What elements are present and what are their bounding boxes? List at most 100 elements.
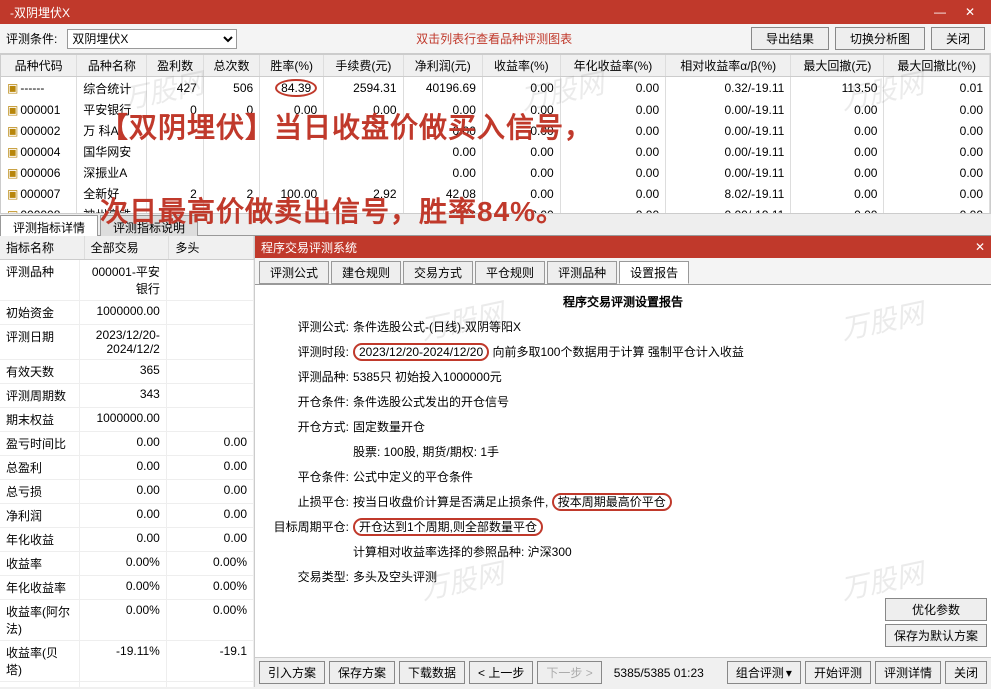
report-tab[interactable]: 评测品种 (547, 261, 617, 284)
table-row[interactable]: ▣000008神州高铁0.000.000.000.00/-19.110.000.… (1, 204, 990, 214)
code-cell: ▣000001 (1, 99, 77, 120)
table-row[interactable]: ▣000006深振业A0.000.000.000.00/-19.110.000.… (1, 162, 990, 183)
table-row[interactable]: ▣------综合统计42750684.392594.3140196.690.0… (1, 77, 990, 100)
close2-button[interactable]: 关闭 (945, 661, 987, 684)
report-tab[interactable]: 评测公式 (259, 261, 329, 284)
indicator-row: 年化收益率0.00%0.00% (0, 576, 254, 600)
report-line: 评测时段:2023/12/20-2024/12/20 向前多取100个数据用于计… (269, 343, 977, 360)
value-cell: 2.92 (324, 183, 403, 204)
col-header[interactable]: 净利润(元) (403, 55, 482, 77)
code-cell: ▣000002 (1, 120, 77, 141)
folder-icon: ▣ (7, 124, 18, 138)
col-header[interactable]: 相对收益率α/β(%) (666, 55, 791, 77)
import-button[interactable]: 引入方案 (259, 661, 325, 684)
code-cell: ▣------ (1, 77, 77, 100)
switch-chart-button[interactable]: 切换分析图 (835, 27, 925, 50)
value-cell: 0.00 (482, 183, 560, 204)
col-header[interactable]: 盈利数 (147, 55, 203, 77)
code-cell: ▣000004 (1, 141, 77, 162)
value-cell (147, 141, 203, 162)
report-title: 程序交易评测设置报告 (269, 293, 977, 310)
name-cell: 国华网安 (77, 141, 147, 162)
value-cell: 506 (203, 77, 259, 100)
side-buttons: 优化参数 保存为默认方案 (885, 598, 987, 647)
indicator-row: 评测日期2023/12/20-2024/12/2 (0, 325, 254, 360)
results-table[interactable]: 品种代码品种名称盈利数总次数胜率(%)手续费(元)净利润(元)收益率(%)年化收… (1, 55, 990, 214)
value-cell: 0.00 (560, 99, 665, 120)
close-button[interactable]: 关闭 (931, 27, 985, 50)
report-tab[interactable]: 交易方式 (403, 261, 473, 284)
value-cell: 84.39 (260, 77, 324, 100)
indicator-row: 期末权益1000000.00 (0, 408, 254, 432)
report-line: 交易类型:多头及空头评测 (269, 568, 977, 585)
value-cell: 0.00/-19.11 (666, 120, 791, 141)
condition-select[interactable]: 双阴埋伏X (67, 29, 237, 49)
report-tab[interactable]: 平仓规则 (475, 261, 545, 284)
combo-eval-button[interactable]: 组合评测 (727, 661, 801, 684)
report-line: 止损平仓:按当日收盘价计算是否满足止损条件, 按本周期最高价平仓 (269, 493, 977, 510)
window-title: -双阴埋伏X (6, 4, 925, 21)
minimize-button[interactable]: — (925, 2, 955, 22)
value-cell: 0.00 (791, 204, 884, 214)
value-cell (147, 204, 203, 214)
close-window-button[interactable]: ✕ (955, 2, 985, 22)
col-header[interactable]: 总次数 (203, 55, 259, 77)
value-cell (203, 141, 259, 162)
table-row[interactable]: ▣000007全新好22100.002.9242.080.000.008.02/… (1, 183, 990, 204)
report-line: 开仓条件:条件选股公式发出的开仓信号 (269, 393, 977, 410)
folder-icon: ▣ (7, 145, 18, 159)
value-cell: 0.00/-19.11 (666, 141, 791, 162)
indicator-row: 收益率0.00%0.00% (0, 552, 254, 576)
value-cell: 0.00 (482, 204, 560, 214)
optimize-button[interactable]: 优化参数 (885, 598, 987, 621)
save-default-button[interactable]: 保存为默认方案 (885, 624, 987, 647)
export-button[interactable]: 导出结果 (751, 27, 829, 50)
folder-icon: ▣ (7, 166, 18, 180)
value-cell (324, 162, 403, 183)
subwindow-close-button[interactable]: ✕ (975, 240, 985, 254)
report-tab[interactable]: 建仓规则 (331, 261, 401, 284)
value-cell (147, 162, 203, 183)
value-cell (260, 162, 324, 183)
value-cell: 0.01 (884, 77, 990, 100)
col-header[interactable]: 手续费(元) (324, 55, 403, 77)
name-cell: 万 科A (77, 120, 147, 141)
tab-indicator-detail[interactable]: 评测指标详情 (0, 215, 98, 236)
subwindow-title: 程序交易评测系统 (261, 239, 975, 256)
report-tab[interactable]: 设置报告 (619, 261, 689, 284)
download-button[interactable]: 下载数据 (399, 661, 465, 684)
col-header[interactable]: 品种名称 (77, 55, 147, 77)
report-panel: 程序交易评测系统 ✕ 评测公式建仓规则交易方式平仓规则评测品种设置报告 程序交易… (255, 236, 991, 687)
report-line: 评测品种:5385只 初始投入1000000元 (269, 368, 977, 385)
value-cell: 0.00 (884, 183, 990, 204)
notice-text: 双击列表行查看品种评测图表 (416, 30, 572, 47)
col-header[interactable]: 胜率(%) (260, 55, 324, 77)
next-button[interactable]: 下一步 > (537, 661, 601, 684)
condition-label: 评测条件: (6, 30, 57, 47)
col-header[interactable]: 最大回撤比(%) (884, 55, 990, 77)
value-cell: 2 (203, 183, 259, 204)
tab-indicator-desc[interactable]: 评测指标说明 (100, 215, 198, 236)
eval-detail-button[interactable]: 评测详情 (875, 661, 941, 684)
code-cell: ▣000007 (1, 183, 77, 204)
col-header[interactable]: 最大回撤(元) (791, 55, 884, 77)
value-cell: 0.00 (560, 204, 665, 214)
name-cell: 神州高铁 (77, 204, 147, 214)
prev-button[interactable]: < 上一步 (469, 661, 533, 684)
value-cell (203, 204, 259, 214)
col-header[interactable]: 年化收益率(%) (560, 55, 665, 77)
status-text: 5385/5385 01:23 (614, 666, 704, 680)
start-eval-button[interactable]: 开始评测 (805, 661, 871, 684)
table-row[interactable]: ▣000002万 科A0.000.000.000.00/-19.110.000.… (1, 120, 990, 141)
save-button[interactable]: 保存方案 (329, 661, 395, 684)
table-row[interactable]: ▣000004国华网安0.000.000.000.00/-19.110.000.… (1, 141, 990, 162)
name-cell: 全新好 (77, 183, 147, 204)
table-row[interactable]: ▣000001平安银行000.000.000.000.000.000.00/-1… (1, 99, 990, 120)
value-cell: 0.00 (560, 162, 665, 183)
report-bottombar: 引入方案 保存方案 下载数据 < 上一步 下一步 > 5385/5385 01:… (255, 657, 991, 687)
value-cell (260, 120, 324, 141)
value-cell: 0.00 (403, 162, 482, 183)
col-header[interactable]: 品种代码 (1, 55, 77, 77)
col-header[interactable]: 收益率(%) (482, 55, 560, 77)
indicator-row: 盈亏时间比0.000.00 (0, 432, 254, 456)
